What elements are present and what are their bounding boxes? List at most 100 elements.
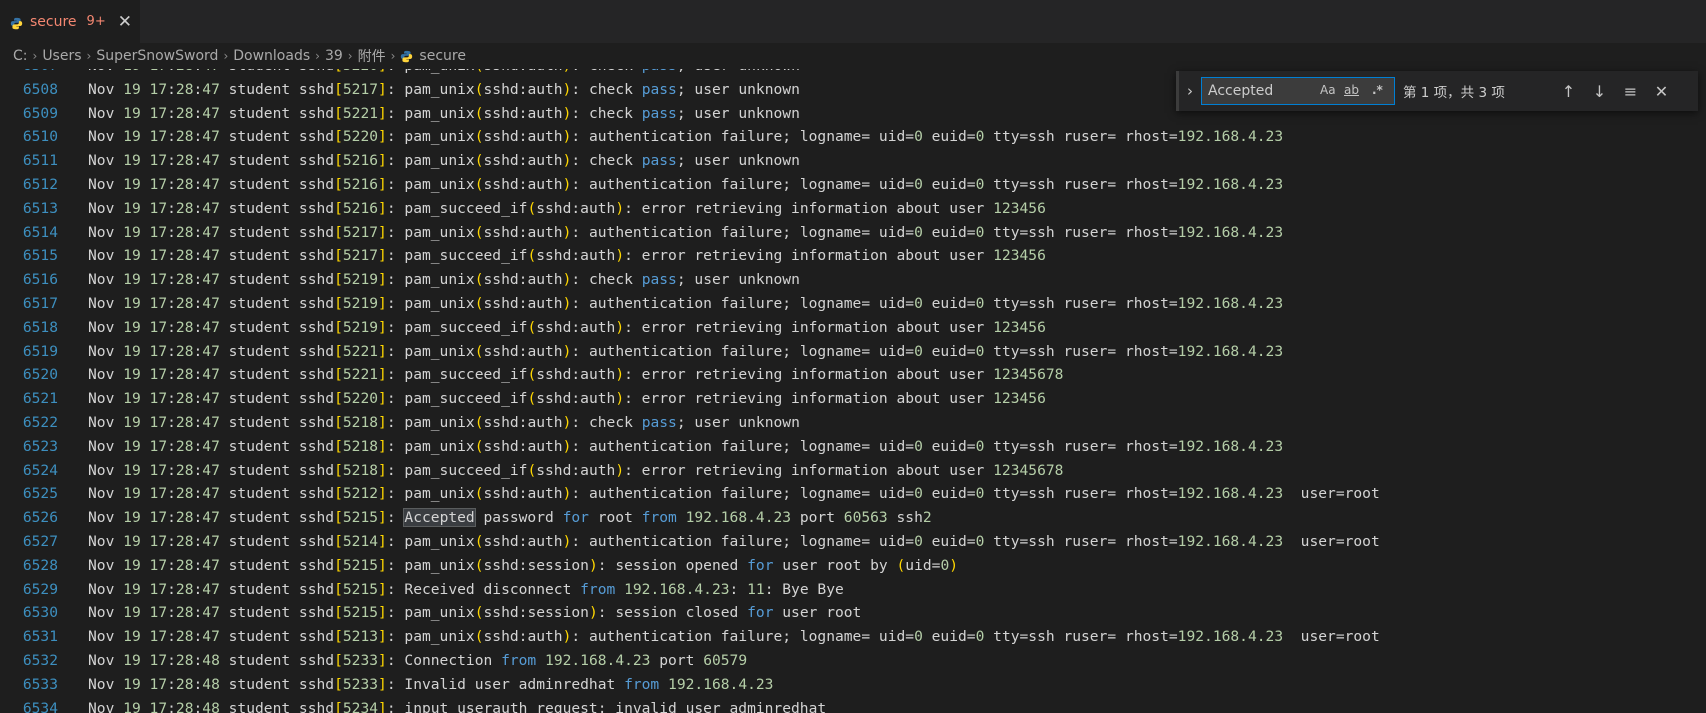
code-line[interactable]: 6517 Nov 19 17:28:47 student sshd[5219]: … [0, 292, 1706, 316]
code-line[interactable]: 6515 Nov 19 17:28:47 student sshd[5217]: … [0, 244, 1706, 268]
code-line[interactable]: 6511 Nov 19 17:28:47 student sshd[5216]: … [0, 149, 1706, 173]
line-number: 6529 [22, 580, 58, 598]
line-text: Nov 19 17:28:48 student sshd[5233]: Conn… [88, 651, 748, 669]
code-line[interactable]: 6512 Nov 19 17:28:47 student sshd[5216]: … [0, 173, 1706, 197]
line-text: Nov 19 17:28:47 student sshd[5215]: Rece… [88, 580, 844, 598]
line-number: 6522 [22, 413, 58, 431]
line-number: 6520 [22, 366, 58, 384]
line-text: Nov 19 17:28:47 student sshd[5218]: pam_… [88, 437, 1284, 455]
problems-badge: 9+ [86, 14, 106, 29]
line-text: Nov 19 17:28:47 student sshd[5220]: pam_… [88, 390, 1046, 408]
find-input[interactable] [1208, 83, 1308, 99]
editor-lines: 6507 Nov 19 17:28:47 student sshd[5220]: … [0, 69, 1706, 713]
chevron-right-icon: › [347, 49, 353, 63]
line-number: 6508 [22, 80, 58, 98]
code-line[interactable]: 6529 Nov 19 17:28:47 student sshd[5215]: … [0, 578, 1706, 602]
code-line[interactable]: 6516 Nov 19 17:28:47 student sshd[5219]: … [0, 268, 1706, 292]
code-line[interactable]: 6520 Nov 19 17:28:47 student sshd[5221]: … [0, 363, 1706, 387]
line-number: 6512 [22, 175, 58, 193]
line-number: 6515 [22, 247, 58, 265]
line-number: 6533 [22, 675, 58, 693]
code-line[interactable]: 6510 Nov 19 17:28:47 student sshd[5220]: … [0, 125, 1706, 149]
editor[interactable]: 6507 Nov 19 17:28:47 student sshd[5220]: … [0, 69, 1706, 713]
line-text: Nov 19 17:28:47 student sshd[5220]: pam_… [88, 128, 1284, 146]
breadcrumb-drive[interactable]: C: [13, 48, 28, 64]
close-icon[interactable]: ✕ [1646, 82, 1677, 101]
tab-title: secure [30, 13, 77, 30]
line-number: 6517 [22, 294, 58, 312]
line-number: 6513 [22, 199, 58, 217]
line-text: Nov 19 17:28:47 student sshd[5214]: pam_… [88, 532, 1380, 550]
code-line[interactable]: 6525 Nov 19 17:28:47 student sshd[5212]: … [0, 482, 1706, 506]
find-result-count: 第 1 项，共 3 项 [1403, 85, 1505, 101]
line-text: Nov 19 17:28:47 student sshd[5217]: pam_… [88, 223, 1284, 241]
find-widget: › Aa ab .* 第 1 项，共 3 项 ↑ ↓ ≡ ✕ [1176, 71, 1698, 111]
line-text: Nov 19 17:28:47 student sshd[5215]: Acce… [88, 508, 932, 528]
breadcrumb-folder-39[interactable]: 39 [325, 48, 343, 64]
line-text: Nov 19 17:28:47 student sshd[5216]: pam_… [88, 199, 1046, 217]
line-number: 6527 [22, 532, 58, 550]
line-text: Nov 19 17:28:47 student sshd[5220]: pam_… [88, 69, 800, 78]
chevron-right-icon: › [32, 49, 38, 63]
line-number: 6519 [22, 342, 58, 360]
line-text: Nov 19 17:28:47 student sshd[5215]: pam_… [88, 556, 959, 574]
code-line[interactable]: 6533 Nov 19 17:28:48 student sshd[5233]: … [0, 673, 1706, 697]
close-icon[interactable]: ✕ [118, 12, 132, 32]
code-line[interactable]: 6532 Nov 19 17:28:48 student sshd[5233]: … [0, 649, 1706, 673]
line-number: 6526 [22, 509, 58, 527]
tab-secure[interactable]: secure 9+ ✕ [0, 0, 140, 43]
line-text: Nov 19 17:28:47 student sshd[5215]: pam_… [88, 604, 862, 622]
line-number: 6532 [22, 651, 58, 669]
line-text: Nov 19 17:28:47 student sshd[5217]: pam_… [88, 80, 800, 98]
chevron-right-icon: › [315, 49, 320, 63]
line-text: Nov 19 17:28:47 student sshd[5221]: pam_… [88, 366, 1064, 384]
breadcrumb-users[interactable]: Users [42, 48, 81, 64]
line-text: Nov 19 17:28:47 student sshd[5221]: pam_… [88, 342, 1284, 360]
code-line[interactable]: 6534 Nov 19 17:28:48 student sshd[5234]: … [0, 697, 1706, 713]
line-text: Nov 19 17:28:47 student sshd[5217]: pam_… [88, 247, 1046, 265]
regex-icon[interactable]: .* [1372, 83, 1383, 97]
line-number: 6509 [22, 104, 58, 122]
code-line[interactable]: 6513 Nov 19 17:28:47 student sshd[5216]: … [0, 197, 1706, 221]
breadcrumb-file[interactable]: secure [419, 48, 466, 64]
code-line[interactable]: 6524 Nov 19 17:28:47 student sshd[5218]: … [0, 459, 1706, 483]
breadcrumb-downloads[interactable]: Downloads [233, 48, 310, 64]
arrow-up-icon[interactable]: ↑ [1553, 82, 1584, 101]
code-line[interactable]: 6518 Nov 19 17:28:47 student sshd[5219]: … [0, 316, 1706, 340]
code-line[interactable]: 6527 Nov 19 17:28:47 student sshd[5214]: … [0, 530, 1706, 554]
code-line[interactable]: 6522 Nov 19 17:28:47 student sshd[5218]: … [0, 411, 1706, 435]
line-number: 6514 [22, 223, 58, 241]
code-line[interactable]: 6519 Nov 19 17:28:47 student sshd[5221]: … [0, 340, 1706, 364]
code-line[interactable]: 6523 Nov 19 17:28:47 student sshd[5218]: … [0, 435, 1706, 459]
line-number: 6507 [0, 69, 58, 78]
line-text: Nov 19 17:28:47 student sshd[5219]: pam_… [88, 318, 1046, 336]
find-in-selection-icon[interactable]: ≡ [1615, 82, 1646, 101]
breadcrumb-user-folder[interactable]: SuperSnowSword [96, 48, 218, 64]
line-number: 6521 [22, 390, 58, 408]
whole-word-icon[interactable]: ab [1344, 83, 1359, 97]
code-line[interactable]: 6514 Nov 19 17:28:47 student sshd[5217]: … [0, 221, 1706, 245]
line-number: 6523 [22, 437, 58, 455]
arrow-down-icon[interactable]: ↓ [1584, 82, 1615, 101]
tab-bar: secure 9+ ✕ [0, 0, 1706, 43]
code-line[interactable]: 6531 Nov 19 17:28:47 student sshd[5213]: … [0, 625, 1706, 649]
chevron-right-icon: › [223, 49, 229, 63]
find-input-box[interactable]: Aa ab .* [1201, 77, 1395, 105]
code-line[interactable]: 6530 Nov 19 17:28:47 student sshd[5215]: … [0, 601, 1706, 625]
line-number: 6530 [22, 604, 58, 622]
match-case-icon[interactable]: Aa [1320, 83, 1336, 97]
line-text: Nov 19 17:28:47 student sshd[5219]: pam_… [88, 294, 1284, 312]
breadcrumb-attachments[interactable]: 附件 [358, 46, 386, 66]
python-file-icon [400, 50, 413, 63]
line-number: 6518 [22, 318, 58, 336]
code-line[interactable]: 6526 Nov 19 17:28:47 student sshd[5215]: … [0, 506, 1706, 530]
python-file-icon [10, 15, 23, 30]
line-number: 6531 [22, 628, 58, 646]
line-number: 6524 [22, 461, 58, 479]
toggle-replace-chevron-icon[interactable]: › [1179, 82, 1201, 100]
code-line[interactable]: 6521 Nov 19 17:28:47 student sshd[5220]: … [0, 387, 1706, 411]
line-text: Nov 19 17:28:47 student sshd[5213]: pam_… [88, 628, 1380, 646]
line-text: Nov 19 17:28:47 student sshd[5218]: pam_… [88, 461, 1064, 479]
find-match-highlight: Accepted [403, 508, 476, 528]
code-line[interactable]: 6528 Nov 19 17:28:47 student sshd[5215]: … [0, 554, 1706, 578]
